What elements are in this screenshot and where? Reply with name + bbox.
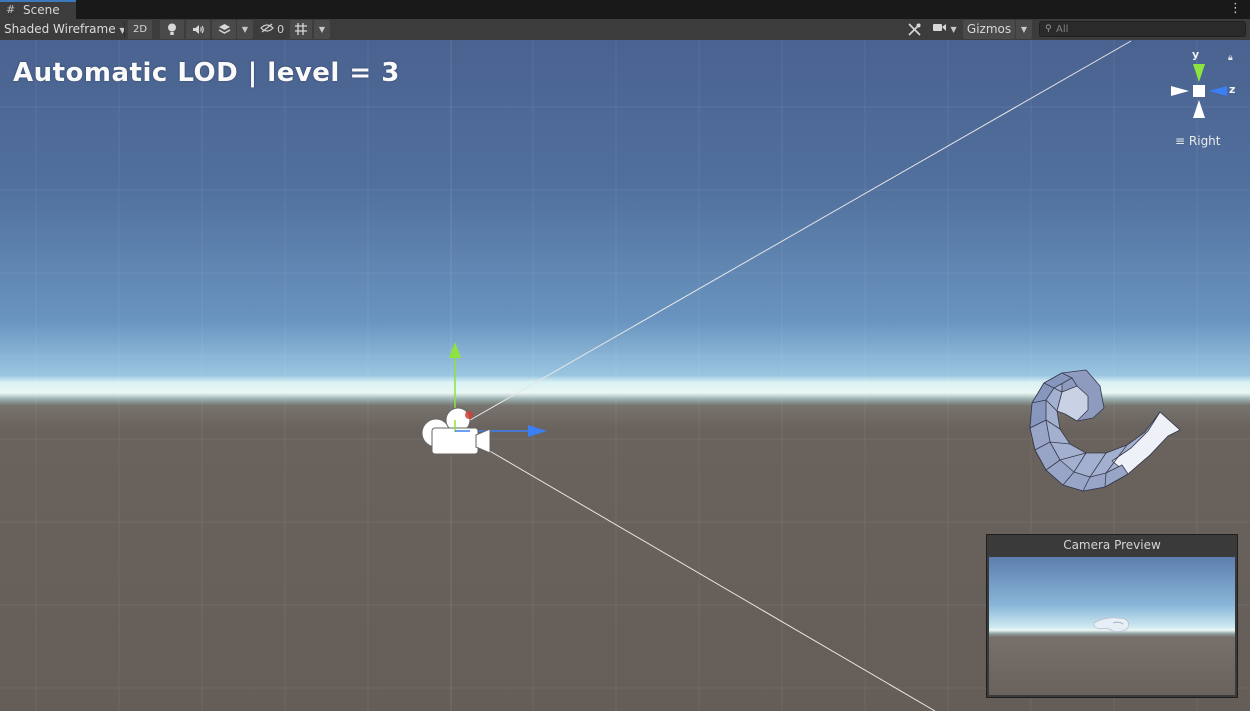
gizmos-dropdown[interactable]: ▼ <box>1016 20 1032 39</box>
chevron-down-icon: ▼ <box>950 25 957 34</box>
lod-mesh[interactable] <box>1029 369 1181 492</box>
camera-settings-dropdown[interactable]: ▼ <box>930 20 960 39</box>
lock-icon[interactable]: 🔒︎ <box>1228 53 1233 63</box>
gizmo-y-label: y <box>1192 48 1200 61</box>
gizmo-center-cube[interactable] <box>1193 85 1205 97</box>
camera-preview-panel: Camera Preview <box>986 534 1238 698</box>
z-axis-arrow[interactable] <box>528 425 547 437</box>
tab-label: Scene <box>23 3 60 17</box>
audio-toggle[interactable] <box>186 20 210 39</box>
hidden-objects-toggle[interactable]: 0 <box>258 20 286 39</box>
camera-preview-image <box>989 557 1235 695</box>
lighting-toggle[interactable] <box>160 20 184 39</box>
scene-toolbar: Shaded Wireframe ▼ 2D ▼ 0 ▼ ▼ Gizmos ▼ ⚲… <box>0 19 1250 41</box>
toolbar-divider <box>124 22 125 37</box>
scene-viewport[interactable]: Automatic LOD | level = 3 y z 🔒︎ ≡ Right… <box>0 40 1250 711</box>
camera-preview-title: Camera Preview <box>1063 538 1161 552</box>
mode-2d-label: 2D <box>132 24 148 35</box>
hamburger-icon: ≡ <box>1175 134 1186 148</box>
grid-snap-icon <box>295 23 307 35</box>
search-icon: ⚲ <box>1045 24 1052 34</box>
shading-mode-label: Shaded Wireframe <box>4 22 116 36</box>
chevron-down-icon: ▼ <box>241 25 249 34</box>
tools-icon <box>907 23 921 36</box>
chevron-down-icon: ▼ <box>1020 25 1028 34</box>
tab-bar: # Scene ⋮ <box>0 0 1250 19</box>
view-orientation-label[interactable]: ≡ Right <box>1175 134 1221 148</box>
grid-dropdown[interactable]: ▼ <box>314 20 330 39</box>
grid-icon: # <box>6 3 16 16</box>
gizmos-label: Gizmos <box>966 22 1012 36</box>
scene-search[interactable]: ⚲ <box>1039 21 1246 37</box>
preview-mesh <box>1093 617 1129 633</box>
effects-toggle[interactable] <box>212 20 236 39</box>
hidden-eye-icon <box>260 23 274 33</box>
hidden-count: 0 <box>277 23 285 36</box>
chevron-down-icon: ▼ <box>318 25 326 34</box>
gizmo-z-label: z <box>1229 83 1236 96</box>
light-icon <box>168 23 176 35</box>
gizmo-neg-y-arrow[interactable] <box>1193 100 1205 118</box>
audio-icon <box>192 25 204 34</box>
tab-scene[interactable]: # Scene <box>0 0 76 19</box>
view-orientation-text: Right <box>1188 134 1221 148</box>
camera-icon <box>933 24 947 31</box>
gizmo-z-arrow[interactable] <box>1209 86 1227 96</box>
frustum-line-bottom <box>487 449 936 711</box>
gizmos-button[interactable]: Gizmos <box>963 20 1015 39</box>
gizmo-y-arrow[interactable] <box>1193 64 1205 82</box>
grid-snap-toggle[interactable] <box>290 20 312 39</box>
effects-icon <box>218 24 230 34</box>
search-input[interactable] <box>1056 22 1236 36</box>
shading-mode-dropdown[interactable]: Shaded Wireframe ▼ <box>4 21 126 38</box>
tools-button[interactable] <box>904 20 924 39</box>
gizmo-neg-z-arrow[interactable] <box>1171 86 1189 96</box>
orientation-gizmo[interactable] <box>1171 64 1227 118</box>
lod-overlay-label: Automatic LOD | level = 3 <box>13 58 400 88</box>
kebab-icon[interactable]: ⋮ <box>1229 1 1242 16</box>
effects-dropdown[interactable]: ▼ <box>237 20 253 39</box>
mode-2d-button[interactable]: 2D <box>128 20 152 39</box>
